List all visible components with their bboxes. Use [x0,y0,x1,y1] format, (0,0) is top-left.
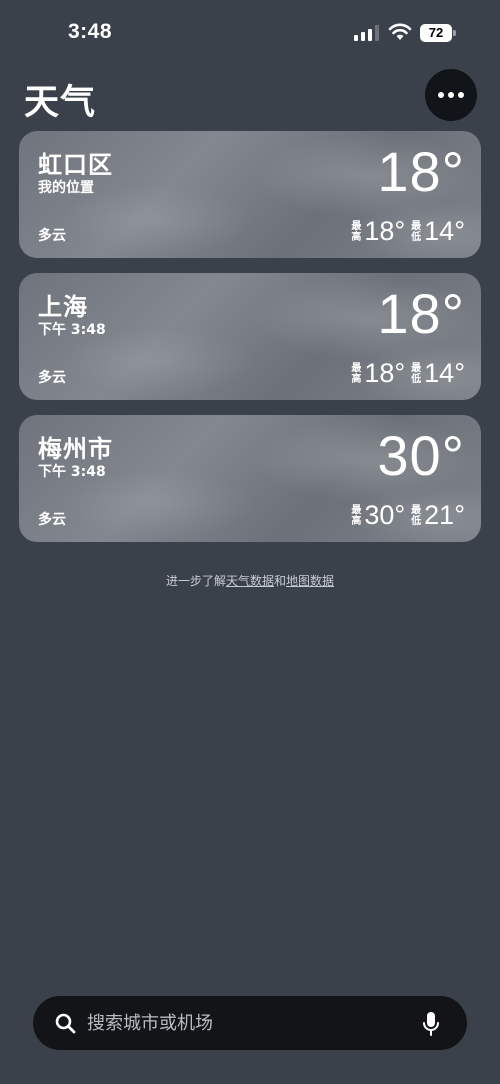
city-name: 虹口区 [38,151,113,179]
search-input[interactable] [87,996,407,1050]
low-label: 最低 [411,220,422,243]
current-temperature: 18° [377,140,465,203]
city-card-hongkou[interactable]: 虹口区 我的位置 18° 多云 最高 18° 最低 14° [19,131,481,258]
map-data-link[interactable]: 地图数据 [286,574,334,588]
battery-indicator: 72 [420,24,452,42]
weather-condition: 多云 [38,370,66,386]
low-label: 最低 [411,362,422,385]
city-subtitle: 下午 3:48 [38,322,106,338]
city-name: 梅州市 [38,435,113,463]
search-icon [55,1013,76,1034]
high-label: 最高 [351,362,362,385]
status-time: 3:48 [68,20,113,43]
temp-range: 最高 30° 最低 21° [351,500,465,531]
temp-range: 最高 18° 最低 14° [351,358,465,389]
current-temperature: 18° [377,282,465,345]
low-temp: 14° [424,358,465,388]
ellipsis-icon [438,92,464,98]
page-title: 天气 [24,83,97,123]
city-subtitle: 我的位置 [38,180,94,196]
city-subtitle: 下午 3:48 [38,464,106,480]
wifi-icon [388,23,412,40]
weather-data-link[interactable]: 天气数据 [226,574,274,588]
signal-icon [354,25,379,41]
city-name: 上海 [38,293,88,321]
weather-condition: 多云 [38,512,66,528]
status-bar: 3:48 72 [0,0,500,60]
high-temp: 18° [364,216,406,246]
city-card-shanghai[interactable]: 上海 下午 3:48 18° 多云 最高 18° 最低 14° [19,273,481,400]
high-label: 最高 [351,504,362,527]
more-options-button[interactable] [425,69,477,121]
high-temp: 30° [364,500,406,530]
current-temperature: 30° [377,424,465,487]
footnote-prefix: 进一步了解 [165,574,226,588]
battery-cap [453,30,456,36]
data-footnote: 进一步了解天气数据和地图数据 [0,572,500,589]
temp-range: 最高 18° 最低 14° [351,216,465,247]
high-temp: 18° [364,358,406,388]
mic-icon[interactable] [422,1011,440,1037]
high-label: 最高 [351,220,362,243]
search-bar[interactable] [33,996,467,1050]
low-temp: 21° [424,500,465,530]
low-label: 最低 [411,504,422,527]
weather-condition: 多云 [38,228,66,244]
footnote-joiner: 和 [274,574,287,588]
city-card-meizhou[interactable]: 梅州市 下午 3:48 30° 多云 最高 30° 最低 21° [19,415,481,542]
low-temp: 14° [424,216,465,246]
